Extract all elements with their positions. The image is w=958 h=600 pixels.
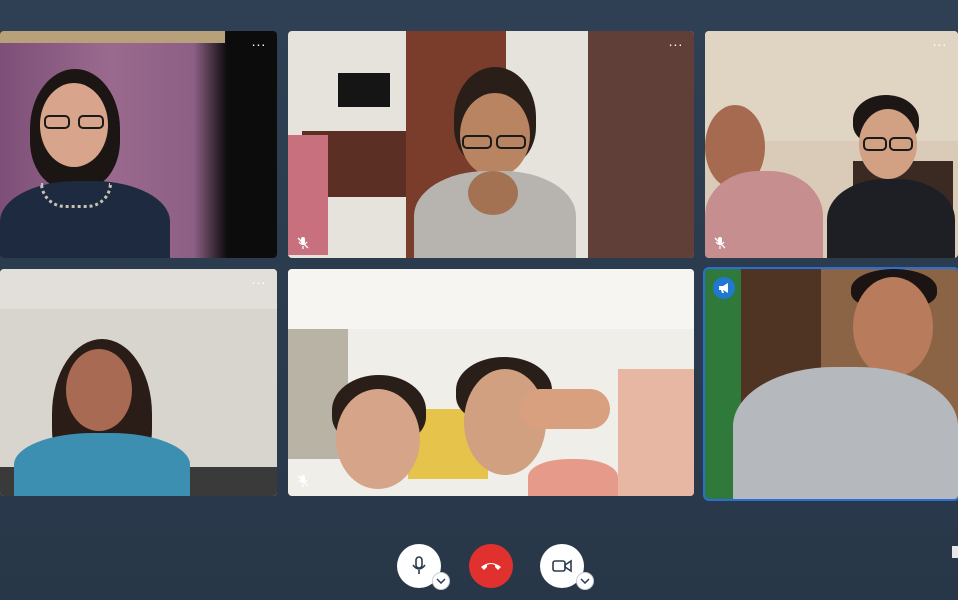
microphone-icon — [412, 556, 426, 574]
muted-microphone-icon — [297, 475, 309, 487]
chevron-down-icon — [580, 578, 590, 584]
video-tile-5[interactable] — [288, 269, 694, 496]
video-feed — [288, 269, 694, 496]
more-options-button[interactable]: ... — [666, 34, 686, 49]
speaker-indicator-badge — [713, 277, 735, 299]
video-tile-2[interactable]: ... — [288, 31, 694, 258]
edge-handle — [952, 546, 958, 558]
video-feed — [705, 269, 958, 499]
video-feed — [0, 31, 277, 258]
video-tile-1[interactable]: ... — [0, 31, 277, 258]
video-tile-4[interactable]: ... — [0, 269, 277, 496]
camera-options-button[interactable] — [576, 572, 594, 590]
video-feed — [288, 31, 694, 258]
end-call-button[interactable] — [469, 544, 513, 588]
video-tile-6-active-speaker[interactable] — [703, 267, 958, 501]
video-tile-3[interactable]: ... — [705, 31, 958, 258]
more-options-button[interactable]: ... — [930, 34, 950, 49]
microphone-options-button[interactable] — [432, 572, 450, 590]
chevron-down-icon — [436, 578, 446, 584]
video-feed — [705, 31, 958, 258]
muted-microphone-icon — [297, 237, 309, 249]
video-camera-icon — [552, 559, 572, 573]
more-options-button[interactable]: ... — [249, 272, 269, 287]
megaphone-icon — [719, 283, 728, 293]
more-options-button[interactable]: ... — [249, 34, 269, 49]
muted-microphone-icon — [714, 237, 726, 249]
call-controls-bar — [0, 510, 958, 600]
phone-hangup-icon — [481, 563, 501, 570]
video-feed — [0, 269, 277, 496]
